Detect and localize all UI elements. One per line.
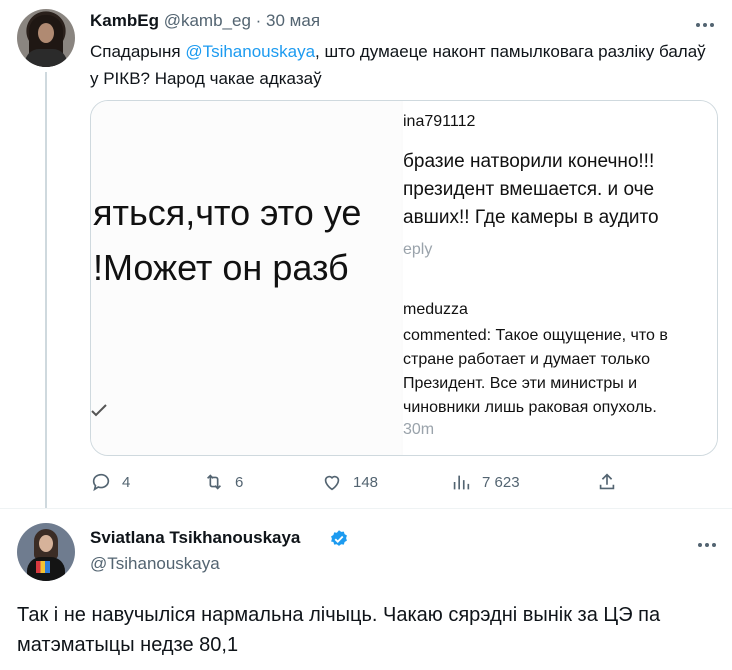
image-comment-line: авших!! Где камеры в аудито: [403, 207, 659, 228]
thread-line: [45, 72, 47, 508]
separator-dot: ·: [255, 11, 262, 30]
share-button[interactable]: [596, 468, 618, 496]
image-comment-line: commented: Такое ощущение, что в: [403, 327, 668, 344]
image-comment-line: стране работает и думает только: [403, 351, 651, 368]
views-button[interactable]: 7 623: [450, 468, 520, 496]
more-icon[interactable]: [698, 536, 722, 547]
reply-button[interactable]: 4: [90, 468, 130, 496]
tweet-author-row: KambEg @kamb_eg · 30 мая: [90, 10, 320, 32]
divider: [0, 508, 732, 509]
author-handle[interactable]: @Tsihanouskaya: [90, 553, 220, 575]
image-comment-user: ina791112: [403, 113, 476, 130]
checkmark-icon: [91, 401, 107, 422]
tweet-action-bar: 4 6 148 7 623: [90, 468, 720, 496]
image-reply-label: eply: [403, 241, 433, 258]
like-count: 148: [353, 473, 379, 491]
avatar[interactable]: [17, 523, 75, 581]
tweet-text: Так і не навучыліся нармальна лічыць. Ча…: [17, 604, 661, 656]
views-icon: [453, 475, 470, 490]
avatar-cube: [36, 561, 50, 573]
image-comment-user: meduzza: [403, 301, 468, 318]
more-icon[interactable]: [696, 16, 720, 27]
retweet-button[interactable]: 6: [203, 468, 243, 496]
tweet-text-before: Спадарыня: [90, 42, 186, 61]
image-comment-line: чиновники лишь раковая опухоль.: [403, 399, 657, 416]
avatar[interactable]: [17, 9, 75, 67]
avatar-face: [39, 535, 53, 552]
like-icon: [324, 475, 340, 491]
author-handle[interactable]: @kamb_eg: [164, 11, 251, 30]
verified-badge-icon: [331, 530, 347, 546]
image-comment-line: президент вмешается. и оче: [403, 179, 655, 200]
image-comment-line: бразие натворили конечно!!!: [403, 151, 655, 172]
mention-link[interactable]: @Tsihanouskaya: [185, 42, 315, 61]
reply-count: 4: [122, 473, 131, 491]
author-name[interactable]: Sviatlana Tsikhanouskaya: [90, 527, 300, 549]
tweet-date[interactable]: 30 мая: [266, 11, 320, 30]
reply-icon: [92, 473, 110, 492]
tweet-text: Спадарыня @Tsihanouskaya, што думаеце на…: [90, 38, 710, 92]
image-comment-line: Президент. Все эти министры и: [403, 375, 638, 392]
image-comment-time: 30m: [403, 421, 435, 438]
like-button[interactable]: 148: [321, 468, 378, 496]
avatar-shirt: [25, 49, 67, 67]
image-left-panel: яться,что это уе !Может он разб: [91, 101, 401, 455]
author-name[interactable]: KambEg: [90, 11, 159, 30]
image-text-line: !Может он разб: [93, 247, 349, 288]
retweet-count: 6: [235, 473, 244, 491]
tweet-image-card[interactable]: яться,что это уе !Может он разб ina79111…: [90, 100, 718, 456]
image-right-panel: ina791112 бразие натворили конечно!!! пр…: [403, 101, 717, 455]
image-text-line: яться,что это уе: [93, 192, 362, 233]
retweet-icon: [206, 474, 222, 490]
share-icon: [599, 473, 615, 490]
views-count: 7 623: [482, 473, 520, 491]
avatar-face: [38, 23, 54, 43]
